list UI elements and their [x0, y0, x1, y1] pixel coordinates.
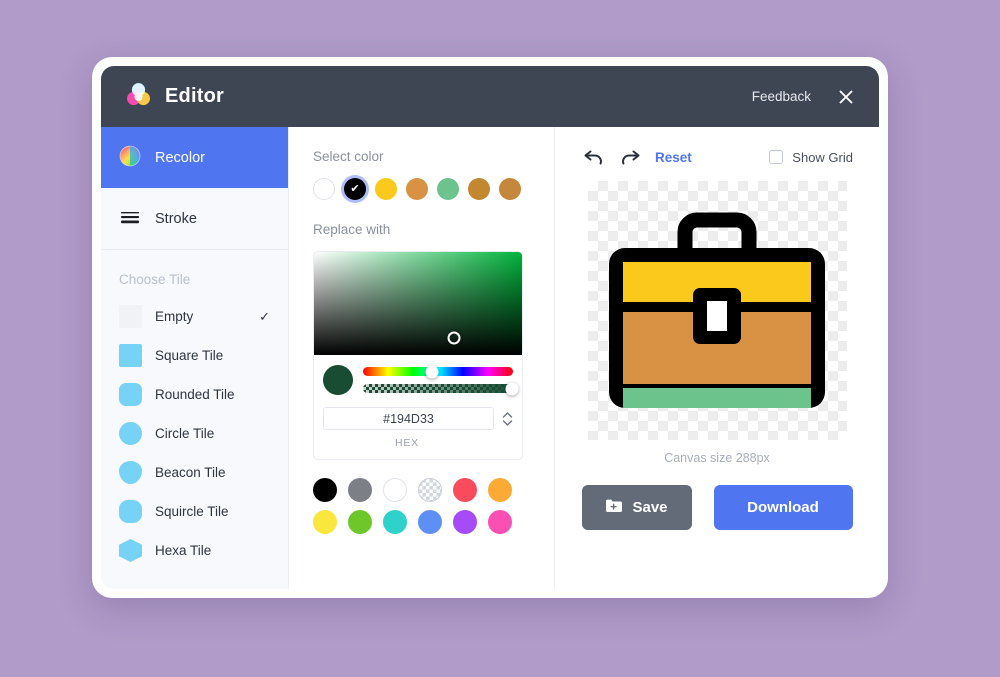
preset-transparent[interactable] — [418, 478, 442, 502]
briefcase-illustration — [609, 212, 825, 408]
chevron-up-icon — [502, 411, 513, 418]
tile-swatch-beacon-icon — [119, 461, 142, 484]
sidebar-item-label: Recolor — [155, 149, 205, 166]
stroke-lines-icon — [119, 206, 141, 232]
preset-blue[interactable] — [418, 510, 442, 534]
sidebar-item-label: Stroke — [155, 210, 197, 227]
tile-swatch-squircle-icon — [119, 500, 142, 523]
tile-item-empty[interactable]: Empty ✓ — [101, 297, 288, 336]
download-button[interactable]: Download — [713, 485, 853, 530]
save-button-label: Save — [632, 499, 668, 516]
show-grid-label: Show Grid — [792, 149, 853, 165]
title-bar-actions: Feedback — [752, 86, 857, 108]
show-grid-toggle[interactable]: Show Grid — [769, 150, 853, 165]
brand: Editor — [125, 81, 224, 113]
tile-item-label: Rounded Tile — [155, 387, 235, 402]
tile-item-label: Hexa Tile — [155, 543, 212, 558]
color-swatch-black[interactable]: ✔ — [344, 178, 366, 200]
preset-color-grid — [313, 478, 530, 534]
preview-toolbar: Reset Show Grid — [577, 147, 857, 167]
color-swatch-orange[interactable] — [406, 178, 428, 200]
preview-panel: Reset Show Grid Canvas size 288px Save D… — [555, 127, 879, 589]
sidebar-item-stroke[interactable]: Stroke — [101, 188, 288, 249]
saturation-value-area[interactable] — [314, 252, 522, 355]
reset-button[interactable]: Reset — [655, 150, 692, 165]
color-swatch-yellow[interactable] — [375, 178, 397, 200]
app-title: Editor — [165, 85, 224, 107]
save-button[interactable]: Save — [581, 485, 692, 530]
color-panel: Select color ✔ Replace with #194D33 HEX — [289, 127, 555, 589]
choose-tile-label: Choose Tile — [119, 272, 191, 287]
dialog-inner: Editor Feedback Recolor Stroke Choose Ti… — [101, 66, 879, 589]
editor-dialog: Editor Feedback Recolor Stroke Choose Ti… — [92, 57, 888, 598]
sv-handle[interactable] — [447, 331, 461, 345]
tile-swatch-empty-icon — [119, 305, 142, 328]
color-blend-logo-icon — [125, 81, 152, 113]
dialog-body: Recolor Stroke Choose Tile Empty ✓ Squar… — [101, 127, 879, 589]
preset-pink[interactable] — [488, 510, 512, 534]
preset-white[interactable] — [383, 478, 407, 502]
replace-with-label: Replace with — [313, 222, 391, 237]
show-grid-checkbox[interactable] — [769, 150, 784, 164]
preset-red[interactable] — [453, 478, 477, 502]
tile-swatch-rounded-icon — [119, 383, 142, 406]
tile-item-square[interactable]: Square Tile — [101, 336, 288, 375]
tile-item-label: Circle Tile — [155, 426, 215, 441]
hue-slider[interactable] — [363, 365, 513, 378]
preset-orange[interactable] — [488, 478, 512, 502]
tile-item-label: Empty — [155, 309, 194, 324]
color-swatch-green[interactable] — [437, 178, 459, 200]
hex-format-stepper[interactable] — [502, 411, 513, 427]
tile-item-label: Squircle Tile — [155, 504, 229, 519]
alpha-slider[interactable] — [363, 382, 518, 395]
color-swatch-white[interactable] — [313, 178, 335, 200]
preset-green[interactable] — [348, 510, 372, 534]
chevron-down-icon — [502, 419, 513, 426]
preset-gray[interactable] — [348, 478, 372, 502]
color-picker: #194D33 HEX — [313, 251, 523, 460]
undo-arrow-icon[interactable] — [583, 147, 605, 167]
tile-item-circle[interactable]: Circle Tile — [101, 414, 288, 453]
tile-swatch-hexa-icon — [119, 539, 142, 562]
tile-item-squircle[interactable]: Squircle Tile — [101, 492, 288, 531]
tile-list: Empty ✓ Square Tile Rounded Tile Circle … — [101, 297, 288, 584]
preset-yellow[interactable] — [313, 510, 337, 534]
tile-item-label: Beacon Tile — [155, 465, 226, 480]
tile-item-rounded[interactable]: Rounded Tile — [101, 375, 288, 414]
tile-item-label: Square Tile — [155, 348, 224, 363]
preset-teal[interactable] — [383, 510, 407, 534]
title-bar: Editor Feedback — [101, 66, 879, 127]
close-icon[interactable] — [835, 86, 857, 108]
slider-zone — [314, 355, 522, 401]
hex-row: #194D33 — [314, 401, 522, 433]
hex-input[interactable]: #194D33 — [323, 407, 494, 430]
tile-swatch-circle-icon — [119, 422, 142, 445]
action-buttons: Save Download — [577, 485, 857, 530]
color-wheel-icon — [119, 145, 141, 171]
sidebar-item-recolor[interactable]: Recolor — [101, 127, 288, 188]
check-icon: ✔ — [350, 182, 360, 195]
hex-format-label: HEX — [395, 437, 419, 449]
download-button-label: Download — [747, 499, 819, 516]
color-swatch-brown[interactable] — [499, 178, 521, 200]
tile-item-hexa[interactable]: Hexa Tile — [101, 531, 288, 570]
select-color-label: Select color — [313, 149, 384, 164]
sidebar: Recolor Stroke Choose Tile Empty ✓ Squar… — [101, 127, 289, 589]
select-color-swatches: ✔ — [313, 178, 530, 200]
alpha-slider-knob[interactable] — [505, 382, 518, 395]
artwork-canvas[interactable] — [587, 181, 847, 440]
folder-plus-icon — [605, 498, 623, 517]
feedback-link[interactable]: Feedback — [752, 89, 811, 104]
redo-arrow-icon[interactable] — [619, 147, 641, 167]
sliders — [363, 365, 518, 395]
canvas-size-caption: Canvas size 288px — [664, 451, 770, 465]
tile-item-beacon[interactable]: Beacon Tile — [101, 453, 288, 492]
preset-black[interactable] — [313, 478, 337, 502]
tile-swatch-square-icon — [119, 344, 142, 367]
preset-purple[interactable] — [453, 510, 477, 534]
hue-slider-knob[interactable] — [425, 365, 439, 378]
tile-selected-check-icon: ✓ — [259, 308, 270, 324]
color-swatch-dark-orange[interactable] — [468, 178, 490, 200]
current-color-preview — [323, 365, 353, 395]
